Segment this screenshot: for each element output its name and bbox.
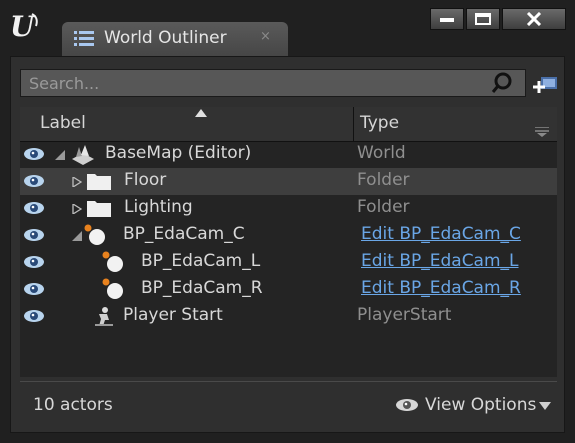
label-column-header[interactable]: Label [20,107,354,141]
search-box [20,69,526,97]
minimize-icon [440,18,454,22]
visibility-eye-icon[interactable] [23,201,45,215]
world-outliner-window: U World Outliner × Search... Label Type … [0,0,575,443]
add-folder-icon[interactable] [533,69,559,97]
actor-count: 10 actors [33,395,113,415]
view-options-button[interactable]: View Options [395,393,555,417]
outliner-panel: Label Type BaseMap (Editor) World [10,56,565,433]
search-input[interactable] [21,70,481,96]
actor-list: Label Type BaseMap (Editor) World Floor … [20,107,557,377]
window-controls [430,8,566,30]
tab-close-icon[interactable]: × [260,29,271,44]
sort-ascending-icon [195,109,207,117]
world-icon [72,145,94,165]
chevron-down-icon [539,402,551,410]
search-icon[interactable] [491,72,515,94]
outliner-list-icon [74,31,94,46]
list-item[interactable]: Floor Folder [20,168,557,195]
tab-world-outliner[interactable]: World Outliner × [62,22,288,56]
type-column-header[interactable]: Type [355,107,557,141]
actor-sphere-icon [84,224,105,245]
expanded-arrow-icon[interactable] [72,231,82,241]
folder-icon [87,174,111,190]
player-start-icon [95,307,113,326]
list-item[interactable]: Player Start PlayerStart [20,303,557,330]
list-item[interactable]: Lighting Folder [20,195,557,222]
list-item[interactable]: BP_EdaCam_R Edit BP_EdaCam_R [20,276,557,303]
collapsed-arrow-icon[interactable] [72,204,82,214]
eye-icon [396,399,418,411]
list-item[interactable]: BP_EdaCam_C Edit BP_EdaCam_C [20,222,557,249]
actor-sphere-icon [102,278,123,299]
maximize-button[interactable] [466,8,500,30]
visibility-eye-icon[interactable] [23,255,45,269]
collapsed-arrow-icon[interactable] [72,177,82,187]
close-icon [526,12,542,26]
visibility-eye-icon[interactable] [23,147,45,161]
tab-label: World Outliner [104,28,227,48]
minimize-button[interactable] [430,8,464,30]
unreal-logo-icon: U [10,10,38,43]
footer-divider [20,381,557,382]
expanded-arrow-icon[interactable] [55,150,65,160]
folder-icon [87,201,111,217]
column-menu-icon[interactable] [535,127,549,137]
visibility-eye-icon[interactable] [23,174,45,188]
visibility-eye-icon[interactable] [23,309,45,323]
maximize-icon [475,13,491,25]
visibility-eye-icon[interactable] [23,282,45,296]
list-header: Label Type [20,107,557,142]
actor-sphere-icon [102,251,123,272]
list-item[interactable]: BaseMap (Editor) World [20,141,557,168]
visibility-eye-icon[interactable] [23,228,45,242]
list-item[interactable]: BP_EdaCam_L Edit BP_EdaCam_L [20,249,557,276]
close-window-button[interactable] [502,8,566,30]
